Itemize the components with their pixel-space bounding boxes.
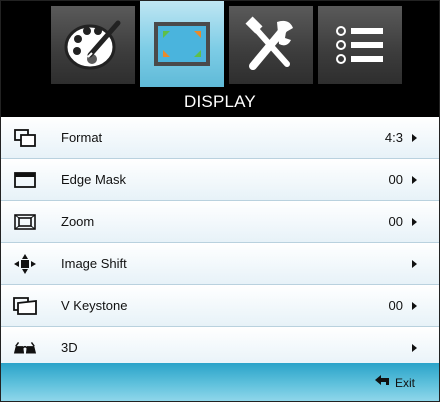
chevron-right-icon xyxy=(412,260,417,268)
chevron-right-icon xyxy=(412,176,417,184)
chevron-right-icon xyxy=(412,344,417,352)
format-icon xyxy=(13,128,37,148)
tab-setup[interactable] xyxy=(229,6,313,84)
zoom-icon xyxy=(13,212,37,232)
tab-picture[interactable] xyxy=(51,6,135,84)
menu-item-value: 00 xyxy=(388,298,403,313)
display-menu: DISPLAY Format 4:3 Edge Mask 00 Zoom 00 … xyxy=(0,0,440,402)
palette-icon xyxy=(62,17,124,73)
menu-list: Format 4:3 Edge Mask 00 Zoom 00 Image Sh… xyxy=(1,117,439,369)
display-icon xyxy=(151,19,213,69)
menu-item-value: 4:3 xyxy=(384,130,403,145)
menu-footer: Exit xyxy=(1,363,439,401)
menu-item-label: Format xyxy=(61,130,103,145)
exit-button[interactable]: Exit xyxy=(374,375,415,390)
tab-options[interactable] xyxy=(318,6,402,84)
menu-item-value: 00 xyxy=(388,172,403,187)
edge-mask-icon xyxy=(13,170,37,190)
chevron-right-icon xyxy=(412,218,417,226)
menu-item-format[interactable]: Format 4:3 xyxy=(1,117,439,159)
menu-tab-bar xyxy=(1,1,439,87)
menu-item-label: V Keystone xyxy=(61,298,128,313)
menu-item-label: Zoom xyxy=(61,214,95,229)
menu-item-image-shift[interactable]: Image Shift xyxy=(1,243,439,285)
menu-item-label: Edge Mask xyxy=(61,172,127,187)
tools-icon xyxy=(241,16,301,74)
image-shift-icon xyxy=(13,254,37,274)
menu-item-edge-mask[interactable]: Edge Mask 00 xyxy=(1,159,439,201)
page-title: DISPLAY xyxy=(1,87,439,117)
menu-item-label: Image Shift xyxy=(61,256,127,271)
menu-item-v-keystone[interactable]: V Keystone 00 xyxy=(1,285,439,327)
back-arrow-icon xyxy=(374,375,395,390)
tab-display[interactable] xyxy=(140,1,224,87)
chevron-right-icon xyxy=(412,302,417,310)
list-icon xyxy=(333,23,387,67)
3d-glasses-icon xyxy=(13,338,37,358)
menu-item-value: 00 xyxy=(388,214,403,229)
chevron-right-icon xyxy=(412,134,417,142)
menu-item-zoom[interactable]: Zoom 00 xyxy=(1,201,439,243)
exit-label: Exit xyxy=(394,375,415,390)
v-keystone-icon xyxy=(13,296,37,316)
